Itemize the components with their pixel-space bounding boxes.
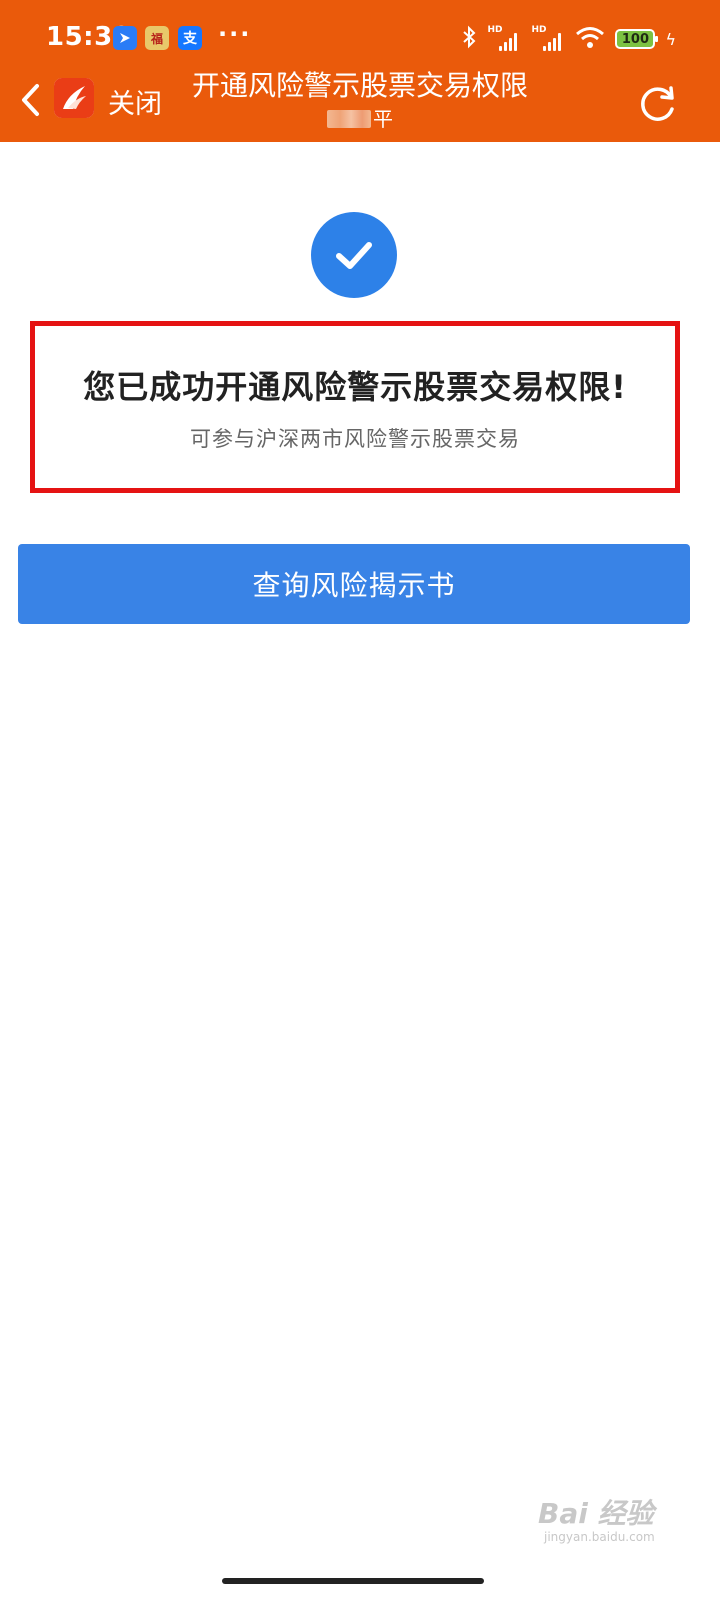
alipay-icon: 支 bbox=[178, 26, 202, 50]
nav-bar: 关闭 开通风险警示股票交易权限 平 bbox=[0, 68, 720, 142]
status-bar: 15:39 福 支 ··· HD HD 100 ϟ bbox=[0, 0, 720, 78]
nav-title: 开通风险警示股票交易权限 平 bbox=[172, 68, 548, 132]
success-check-icon bbox=[311, 212, 397, 298]
bluetooth-icon bbox=[461, 25, 477, 53]
charging-icon: ϟ bbox=[665, 29, 676, 49]
view-risk-disclosure-button[interactable]: 查询风险揭示书 bbox=[18, 544, 690, 624]
page-title: 开通风险警示股票交易权限 bbox=[191, 69, 528, 102]
more-notifications-icon: ··· bbox=[218, 20, 252, 48]
refresh-button[interactable] bbox=[636, 82, 680, 126]
result-description: 可参与沪深两市风险警示股票交易 bbox=[190, 427, 520, 451]
watermark-url: jingyan.baidu.com bbox=[544, 1530, 655, 1544]
app-logo bbox=[54, 78, 94, 118]
refresh-icon bbox=[641, 86, 674, 121]
page-subtitle: 平 bbox=[172, 106, 548, 132]
subtitle-text: 平 bbox=[373, 107, 393, 131]
result-highlight-box: 您已成功开通风险警示股票交易权限! 可参与沪深两市风险警示股票交易 bbox=[30, 321, 680, 493]
home-indicator[interactable] bbox=[222, 1578, 484, 1584]
watermark-logo: Bai 经验 bbox=[538, 1497, 654, 1530]
result-title: 您已成功开通风险警示股票交易权限! bbox=[83, 368, 627, 406]
status-indicators: HD HD 100 ϟ bbox=[461, 24, 676, 54]
close-button[interactable]: 关闭 bbox=[108, 82, 162, 121]
screen: 15:39 福 支 ··· HD HD 100 ϟ 关闭 开通风险警示股票交易权… bbox=[0, 0, 720, 1600]
chevron-left-icon bbox=[22, 84, 39, 116]
feishu-icon bbox=[113, 26, 137, 50]
wifi-icon bbox=[575, 25, 605, 53]
back-button[interactable] bbox=[14, 78, 46, 122]
redacted-name-mask bbox=[327, 110, 371, 128]
header: 15:39 福 支 ··· HD HD 100 ϟ 关闭 开通风险警示股票交易权… bbox=[0, 0, 720, 142]
signal-sim2-icon: HD bbox=[531, 25, 565, 51]
fuli-app-icon: 福 bbox=[145, 26, 169, 50]
signal-sim1-icon: HD bbox=[487, 25, 521, 51]
baidu-jingyan-watermark: Bai 经验 jingyan.baidu.com bbox=[538, 1492, 678, 1562]
battery-icon: 100 bbox=[615, 29, 659, 49]
